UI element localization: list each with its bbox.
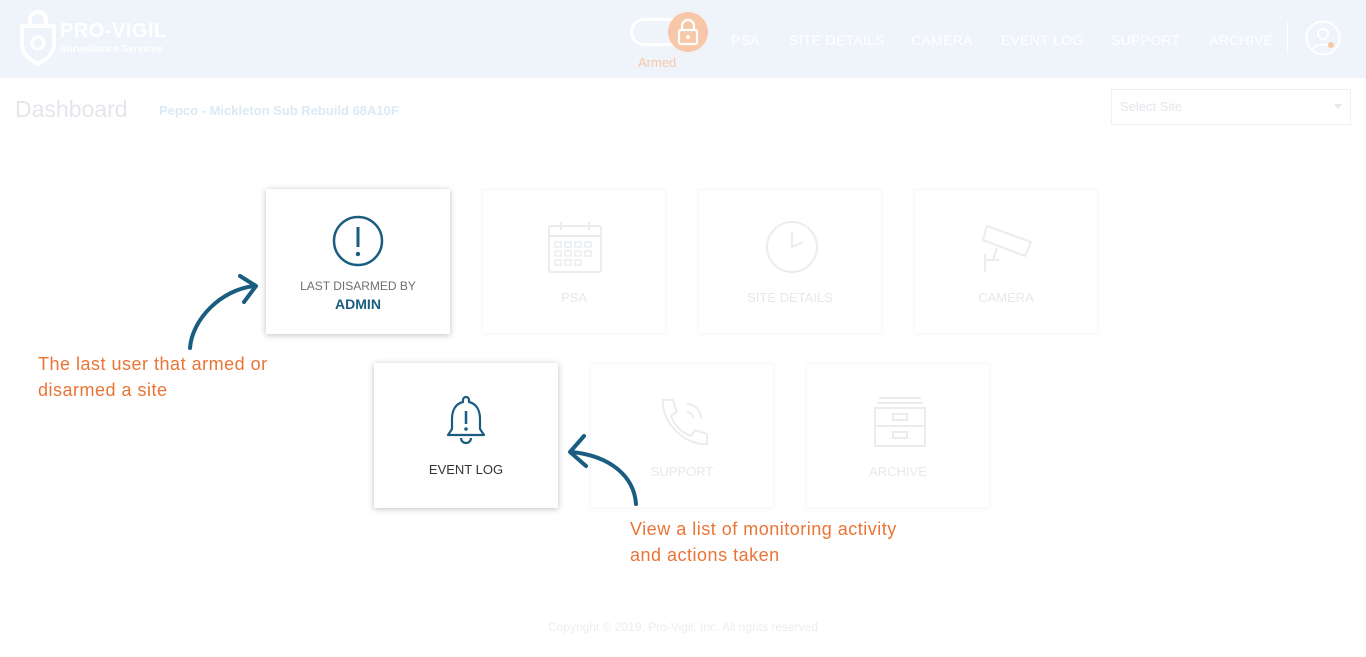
callout-event-log-line2: and actions taken [630, 545, 780, 565]
archive-label: ARCHIVE [869, 464, 927, 479]
callout-last-user-line1: The last user that armed or [38, 354, 268, 374]
nav-event-log[interactable]: EVENT LOG [1001, 32, 1084, 48]
footer-copyright: Copyright © 2019, Pro-Vigil, Inc. All ri… [547, 620, 819, 634]
camera-label: CAMERA [978, 290, 1034, 305]
chevron-down-icon [1334, 104, 1342, 109]
security-camera-icon [981, 224, 1033, 272]
toggle-knob [668, 12, 708, 52]
tile-psa[interactable]: PSA [482, 189, 666, 334]
shield-lock-icon [20, 10, 56, 66]
callout-arrow-icon [568, 434, 638, 506]
tile-last-disarmed[interactable]: LAST DISARMED BY ADMIN [266, 189, 450, 334]
last-disarmed-user: ADMIN [335, 296, 381, 312]
brand-subtitle: Surveillance Services [60, 44, 163, 55]
tile-archive[interactable]: ARCHIVE [806, 363, 990, 508]
callout-arrow-icon [188, 274, 258, 350]
nav-archive[interactable]: ARCHIVE [1209, 32, 1273, 48]
arm-status-label: Armed [638, 55, 677, 70]
last-disarmed-label: LAST DISARMED BY [300, 279, 416, 293]
callout-last-user: The last user that armed or disarmed a s… [38, 351, 268, 403]
bell-alert-icon [446, 395, 486, 445]
brand-name: PRO-VIGIL [60, 20, 167, 42]
callout-event-log-line1: View a list of monitoring activity [630, 519, 897, 539]
user-icon [1305, 20, 1341, 56]
site-select-placeholder: Select Site [1120, 99, 1183, 114]
arm-toggle[interactable]: Armed [630, 12, 708, 72]
nav-divider [1287, 22, 1288, 54]
nav-site-details[interactable]: SITE DETAILS [789, 32, 885, 48]
top-navigation-bar: PRO-VIGIL Surveillance Services Armed PS… [0, 0, 1366, 78]
site-select-dropdown[interactable]: Select Site [1111, 89, 1351, 125]
archive-drawer-icon [874, 397, 926, 447]
phone-icon [661, 399, 708, 446]
callout-event-log: View a list of monitoring activity and a… [630, 516, 897, 568]
tile-site-details[interactable]: SITE DETAILS [698, 189, 882, 334]
current-site-name: Pepco - Mickleton Sub Rebuild 68A10F [159, 103, 399, 118]
tile-camera[interactable]: CAMERA [914, 189, 1098, 334]
tile-event-log[interactable]: EVENT LOG [374, 363, 558, 508]
nav-support[interactable]: SUPPORT [1111, 32, 1181, 48]
lock-icon [677, 18, 699, 46]
site-details-label: SITE DETAILS [747, 290, 833, 305]
event-log-label: EVENT LOG [428, 462, 504, 477]
page-title: Dashboard [15, 96, 128, 122]
psa-label: PSA [560, 290, 587, 305]
nav-psa[interactable]: PSA [731, 32, 760, 48]
nav-camera[interactable]: CAMERA [911, 32, 973, 48]
user-avatar[interactable] [1305, 20, 1341, 56]
clock-icon [766, 221, 818, 273]
exclamation-circle-icon [332, 215, 384, 267]
brand-logo[interactable]: PRO-VIGIL Surveillance Services [18, 10, 178, 66]
callout-last-user-line2: disarmed a site [38, 380, 168, 400]
calendar-icon [548, 222, 602, 273]
